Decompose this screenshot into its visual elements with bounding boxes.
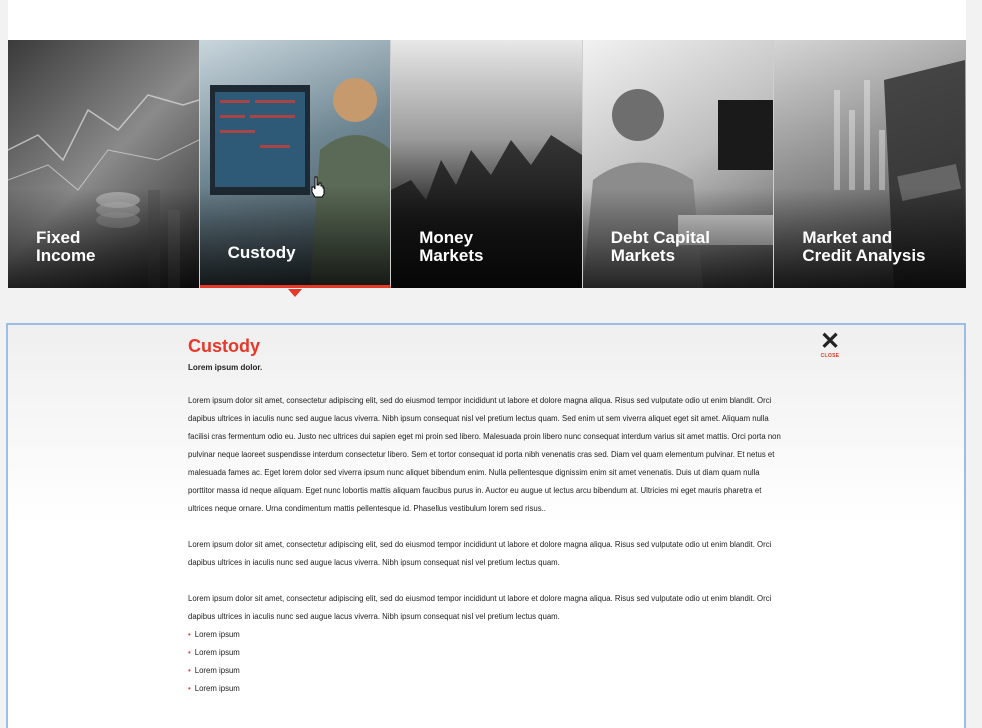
panel-paragraph: Lorem ipsum dolor sit amet, consectetur … [188,540,772,567]
bullet-icon: • [188,648,191,657]
list-item: • Lorem ipsum [188,680,788,698]
detail-panel: Custody Lorem ipsum dolor. Lorem ipsum d… [6,323,966,728]
top-bar [8,0,966,40]
bullet-icon: • [188,630,191,639]
close-label: CLOSE [820,353,840,359]
list-item: • Lorem ipsum [188,644,788,662]
service-tiles: Fixed Income Custody Money Markets Debt … [8,40,966,288]
tile-label: Market and Credit Analysis [802,228,926,265]
list-item: • Lorem ipsum [188,662,788,680]
list-item: • Lorem ipsum [188,626,788,644]
bullet-icon: • [188,666,191,675]
list-item-text: Lorem ipsum [194,684,240,693]
tile-label: Money Markets [419,228,484,265]
active-tile-pointer [288,289,302,297]
tile-label: Debt Capital Markets [610,228,710,265]
panel-subtitle: Lorem ipsum dolor. [188,363,263,372]
tile-money-markets[interactable]: Money Markets [391,40,583,288]
list-item-text: Lorem ipsum [194,666,240,675]
bullet-icon: • [188,684,191,693]
panel-content: Custody Lorem ipsum dolor. Lorem ipsum d… [188,335,788,698]
tile-market-credit-analysis[interactable]: Market and Credit Analysis [774,40,966,288]
panel-paragraph: Lorem ipsum dolor sit amet, consectetur … [188,594,772,621]
bullet-list: • Lorem ipsum • Lorem ipsum • Lorem ipsum •… [188,626,788,698]
tile-custody[interactable]: Custody [199,40,392,288]
close-icon: ✕ [819,328,841,355]
panel-paragraph: Lorem ipsum dolor sit amet, consectetur … [188,396,781,513]
tile-shade [199,185,391,285]
hand-cursor-icon [311,176,325,198]
tile-label: Fixed Income [36,228,96,265]
tile-fixed-income[interactable]: Fixed Income [8,40,200,288]
close-button[interactable]: ✕ CLOSE [818,328,842,360]
list-item-text: Lorem ipsum [194,630,240,639]
panel-title: Custody [188,336,260,356]
tile-label: Custody [227,243,296,262]
tile-debt-capital-markets[interactable]: Debt Capital Markets [582,40,775,288]
list-item-text: Lorem ipsum [194,648,240,657]
